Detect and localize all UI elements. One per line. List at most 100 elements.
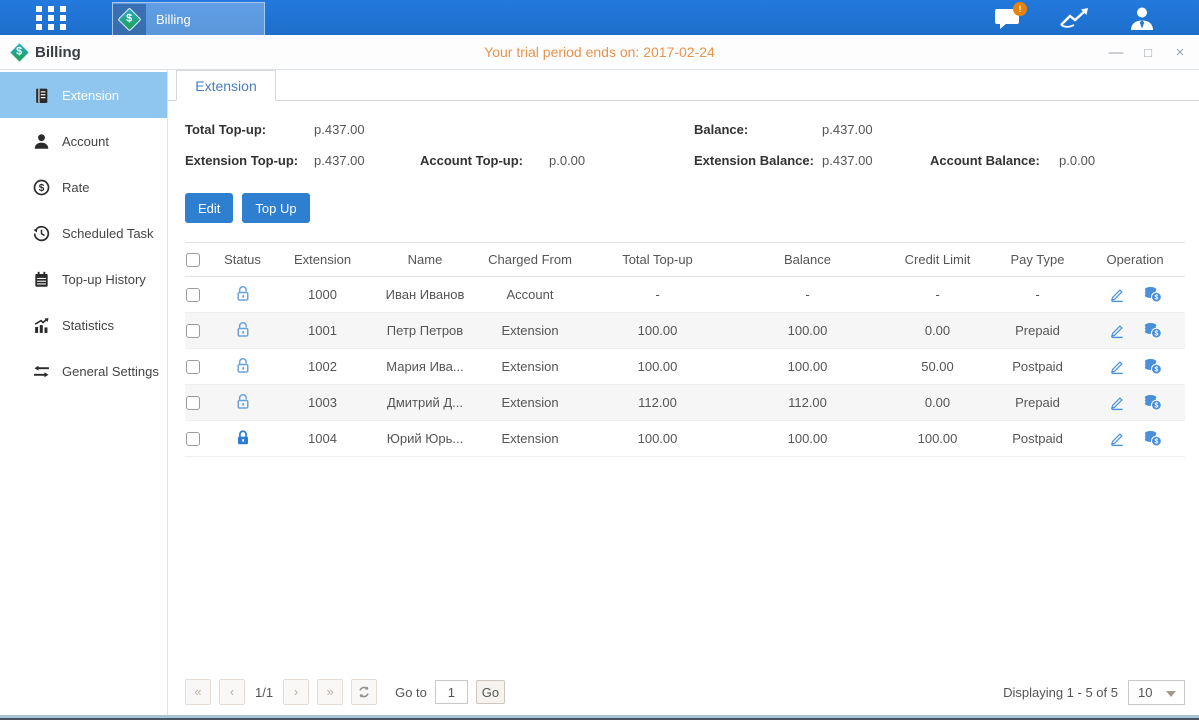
sidebar-item-label: Account [62,134,109,149]
name-cell: Петр Петров [375,313,475,349]
extension-balance-label: Extension Balance: [694,153,814,168]
prev-page-button[interactable]: ‹ [219,679,245,705]
top-up-icon[interactable]: $ [1143,430,1162,447]
name-cell: Иван Иванов [375,277,475,313]
sidebar-item-rate[interactable]: $Rate [0,164,167,210]
total-topup-cell: 100.00 [585,313,730,349]
column-header: Pay Type [990,243,1085,277]
sidebar-item-statistics[interactable]: Statistics [0,302,167,348]
minimize-icon[interactable]: — [1107,45,1125,60]
extension-balance-value: p.437.00 [822,153,873,168]
table-row: 1004Юрий Юрь...Extension100.00100.00100.… [185,421,1185,457]
action-buttons: Edit Top Up [168,193,1199,223]
top-up-icon[interactable]: $ [1143,322,1162,339]
column-header: Extension [270,243,375,277]
credit-limit-cell: 100.00 [885,421,990,457]
table-row: 1001Петр ПетровExtension100.00100.000.00… [185,313,1185,349]
edit-icon[interactable] [1109,431,1125,447]
select-all-checkbox[interactable] [186,253,200,267]
edit-icon[interactable] [1109,287,1125,303]
locked-icon[interactable] [235,429,251,446]
last-page-button[interactable]: » [317,679,343,705]
account-balance-label: Account Balance: [930,153,1040,168]
next-page-button[interactable]: › [283,679,309,705]
edit-icon[interactable] [1109,359,1125,375]
first-page-button[interactable]: « [185,679,211,705]
messages-icon[interactable]: ! [991,4,1025,32]
unlocked-icon[interactable] [235,357,251,374]
sidebar-item-extension[interactable]: Extension [0,72,167,118]
statistics-chart-icon[interactable] [1058,4,1092,32]
sidebar-item-topup-history[interactable]: Top-up History [0,256,167,302]
balance-value: p.437.00 [822,122,873,137]
extension-table: StatusExtensionNameCharged FromTotal Top… [185,242,1185,457]
edit-button[interactable]: Edit [185,193,233,223]
refresh-icon[interactable] [351,679,377,705]
trial-notice: Your trial period ends on: 2017-02-24 [0,44,1199,60]
charged-from-cell: Account [475,277,585,313]
credit-limit-cell: - [885,277,990,313]
goto-page-input[interactable] [435,680,468,704]
edit-icon[interactable] [1109,395,1125,411]
calendar-icon [33,271,50,288]
extension-cell: 1000 [270,277,375,313]
go-button[interactable]: Go [476,680,505,704]
row-checkbox[interactable] [186,396,200,410]
row-checkbox[interactable] [186,288,200,302]
unlocked-icon[interactable] [235,321,251,338]
column-header: Balance [730,243,885,277]
top-up-icon[interactable]: $ [1143,286,1162,303]
balance-cell: 100.00 [730,313,885,349]
column-header: Status [215,243,270,277]
sidebar-item-scheduled-task[interactable]: Scheduled Task [0,210,167,256]
rate-icon: $ [33,179,50,196]
extension-table-body: 1000Иван ИвановAccount----$1001Петр Петр… [185,277,1185,457]
row-checkbox[interactable] [186,324,200,338]
unlocked-icon[interactable] [235,285,251,302]
edit-icon[interactable] [1109,323,1125,339]
balance-label: Balance: [694,122,748,137]
charged-from-cell: Extension [475,421,585,457]
svg-text:$: $ [39,183,45,194]
top-up-icon[interactable]: $ [1143,358,1162,375]
column-header: Credit Limit [885,243,990,277]
goto-label: Go to [395,685,427,700]
sidebar-item-general-settings[interactable]: General Settings [0,348,167,394]
apps-grid-icon[interactable] [34,5,70,31]
tab-strip: Extension [168,70,1199,101]
sidebar-item-account[interactable]: Account [0,118,167,164]
balance-cell: 100.00 [730,349,885,385]
displaying-text: Displaying 1 - 5 of 5 [1003,685,1118,700]
window-title-text: Billing [35,44,81,61]
account-topup-value: p.0.00 [549,153,585,168]
close-icon[interactable]: × [1171,45,1189,60]
top-up-icon[interactable]: $ [1143,394,1162,411]
total-topup-value: p.437.00 [314,122,365,137]
row-checkbox[interactable] [186,432,200,446]
unlocked-icon[interactable] [235,393,251,410]
window-titlebar: $ Billing Your trial period ends on: 201… [0,35,1199,70]
account-balance-value: p.0.00 [1059,153,1095,168]
maximize-icon[interactable]: □ [1139,46,1157,59]
page-size-value: 10 [1138,685,1152,700]
pay-type-cell: Postpaid [990,421,1085,457]
notification-badge: ! [1013,2,1027,16]
svg-text:$: $ [1154,403,1158,410]
pay-type-cell: Postpaid [990,349,1085,385]
row-checkbox[interactable] [186,360,200,374]
total-topup-cell: 100.00 [585,349,730,385]
top-up-button[interactable]: Top Up [242,193,309,223]
dropdown-arrow-icon [1166,691,1176,697]
tab-extension[interactable]: Extension [176,70,276,101]
page-size-select[interactable]: 10 [1128,680,1185,705]
user-icon[interactable] [1125,4,1159,32]
person-icon [33,133,50,150]
balance-cell: - [730,277,885,313]
pay-type-cell: - [990,277,1085,313]
taskbar-tab-billing[interactable]: $ Billing [112,2,265,35]
credit-limit-cell: 0.00 [885,385,990,421]
billing-app-window: $ Billing ! [0,0,1199,720]
total-topup-cell: - [585,277,730,313]
sidebar-item-label: Scheduled Task [62,226,154,241]
pay-type-cell: Prepaid [990,385,1085,421]
